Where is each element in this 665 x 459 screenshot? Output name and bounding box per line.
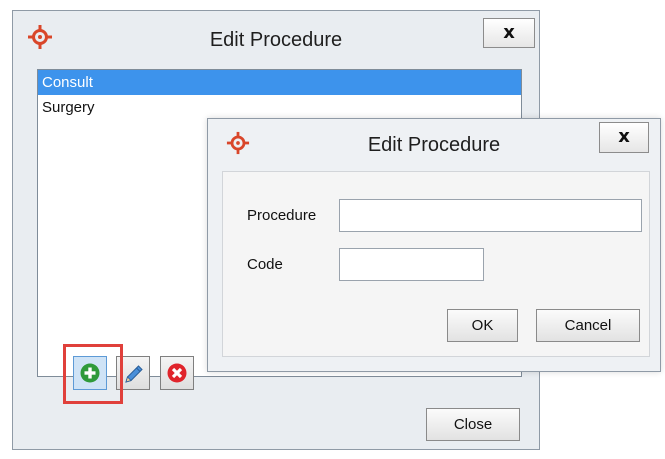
dialog-title: Edit Procedure <box>367 134 501 156</box>
close-x-button[interactable]: x <box>483 18 535 48</box>
code-input[interactable] <box>339 248 484 281</box>
code-label: Code <box>247 256 283 273</box>
list-item[interactable]: Surgery <box>38 95 521 120</box>
screen: Edit Procedure x Consult Surgery Close E… <box>0 0 665 459</box>
pencil-icon <box>125 365 143 383</box>
list-item[interactable]: Consult <box>38 70 521 95</box>
delete-procedure-button[interactable] <box>160 356 194 390</box>
cancel-button[interactable]: Cancel <box>536 309 640 342</box>
delete-circle-icon <box>167 363 187 383</box>
title-bar: Edit Procedure x <box>13 11 539 65</box>
dialog-title: Edit Procedure <box>209 29 343 51</box>
ok-button[interactable]: OK <box>447 309 518 342</box>
close-x-button[interactable]: x <box>599 122 649 153</box>
title-bar: Edit Procedure x <box>208 119 660 173</box>
procedure-label: Procedure <box>247 207 317 224</box>
close-button[interactable]: Close <box>426 408 520 441</box>
form-panel: Procedure Code OK Cancel <box>222 171 650 357</box>
edit-procedure-dialog: Edit Procedure x Procedure Code OK Cance… <box>207 118 661 372</box>
procedure-input[interactable] <box>339 199 642 232</box>
highlight-box <box>63 344 123 404</box>
